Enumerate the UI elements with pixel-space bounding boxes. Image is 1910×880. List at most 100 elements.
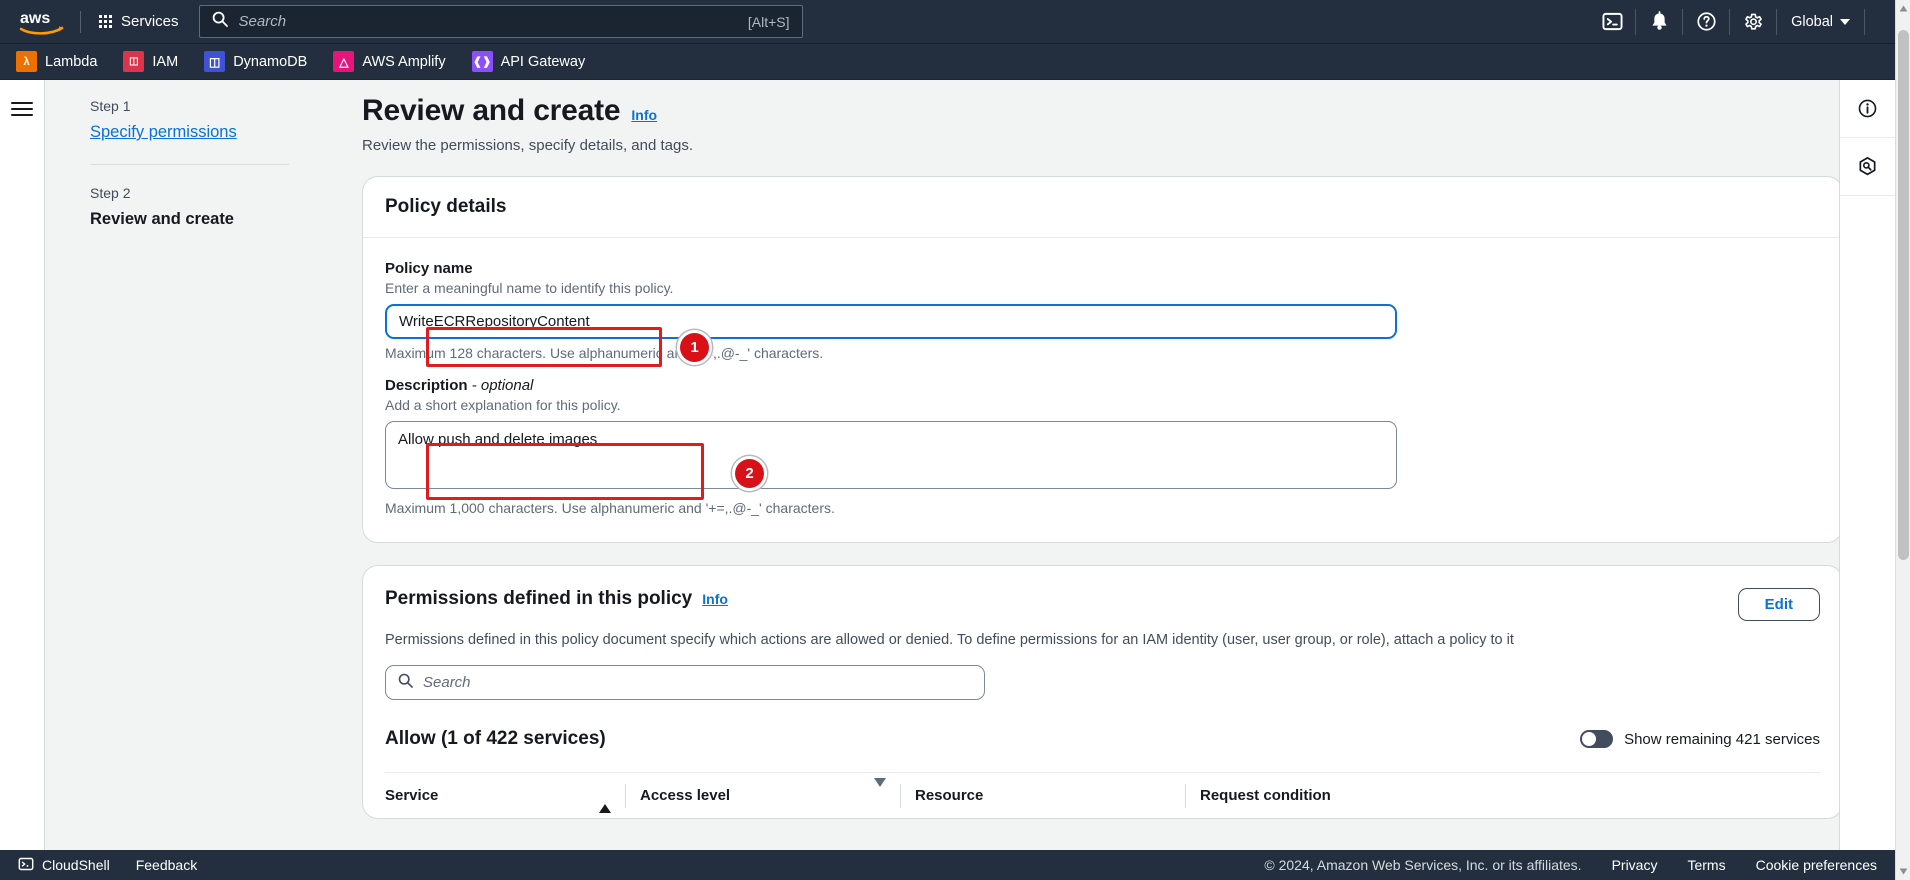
show-remaining-services-toggle[interactable]: Show remaining 421 services [1580, 730, 1820, 748]
permissions-search-box[interactable] [385, 665, 985, 700]
sidebar-toggle-column [0, 80, 45, 850]
permissions-table-header: Service Access level Resource Request co… [385, 772, 1820, 818]
permissions-card: Permissions defined in this policy Info … [362, 565, 1843, 819]
toggle-switch[interactable] [1580, 730, 1614, 748]
column-label: Resource [915, 787, 984, 804]
scrollbar-thumb[interactable] [1898, 30, 1909, 560]
right-side-panel [1839, 80, 1895, 850]
footer-right-group: © 2024, Amazon Web Services, Inc. or its… [1264, 857, 1877, 873]
lambda-service-icon: λ [16, 51, 37, 72]
cloudshell-icon [18, 856, 34, 875]
aws-logo-icon[interactable]: aws [16, 6, 68, 38]
page-header: Review and create Info [362, 94, 1843, 128]
policy-details-card: Policy details Policy name Enter a meani… [362, 176, 1843, 543]
step-1-number: Step 1 [90, 98, 131, 114]
security-hexagon-icon[interactable] [1840, 138, 1895, 196]
search-shortcut-hint: [Alt+S] [747, 13, 790, 30]
chevron-down-icon [1840, 18, 1850, 25]
permissions-title-row: Permissions defined in this policy Info [385, 588, 728, 610]
favorite-aws-amplify[interactable]: △ AWS Amplify [333, 51, 446, 72]
region-label: Global [1791, 13, 1833, 30]
favorite-label: DynamoDB [233, 53, 308, 70]
footer-cookie-preferences-link[interactable]: Cookie preferences [1756, 857, 1877, 873]
favorite-label: Lambda [45, 53, 98, 70]
permissions-title: Permissions defined in this policy [385, 588, 693, 609]
aws-console-page: aws Services [Alt+S] [0, 0, 1910, 880]
footer-left-group: CloudShell Feedback [18, 856, 197, 875]
description-optional-text: - optional [471, 377, 534, 394]
region-selector-button[interactable]: Global [1777, 0, 1864, 44]
search-icon [212, 11, 228, 32]
favorite-label: API Gateway [500, 53, 586, 70]
policy-description-description: Add a short explanation for this policy. [385, 397, 621, 413]
allow-heading: Allow (1 of 422 services) [385, 728, 606, 749]
permissions-search-input[interactable] [423, 674, 972, 691]
page-info-link[interactable]: Info [631, 107, 657, 123]
permissions-description: Permissions defined in this policy docum… [385, 632, 1514, 648]
footer-cloudshell-button[interactable]: CloudShell [18, 856, 110, 875]
permissions-card-body: Permissions defined in this policy Info … [363, 566, 1842, 818]
favorite-api-gateway[interactable]: ❰❱ API Gateway [471, 51, 586, 72]
permissions-info-link[interactable]: Info [702, 591, 728, 607]
column-header-service[interactable]: Service [385, 784, 625, 813]
sort-descending-icon[interactable] [874, 778, 900, 804]
amplify-service-icon: △ [333, 51, 355, 72]
allow-section-row: Allow (1 of 422 services) Show remaining… [385, 728, 1820, 750]
top-navigation-bar: aws Services [Alt+S] [0, 0, 1895, 44]
favorite-lambda[interactable]: λ Lambda [16, 51, 97, 72]
page-subtitle: Review the permissions, specify details,… [362, 137, 693, 154]
policy-description-textarea[interactable] [385, 421, 1397, 489]
footer-privacy-link[interactable]: Privacy [1612, 857, 1658, 873]
policy-name-hint: Maximum 128 characters. Use alphanumeric… [385, 345, 824, 361]
nav-divider [80, 10, 81, 33]
iam-service-icon: ◫ [123, 51, 145, 72]
policy-name-label: Policy name [385, 260, 473, 277]
step-2-number: Step 2 [90, 185, 131, 201]
footer-terms-link[interactable]: Terms [1687, 857, 1725, 873]
scroll-down-arrow-icon[interactable] [1896, 863, 1910, 880]
edit-permissions-button[interactable]: Edit [1737, 588, 1820, 621]
permissions-header: Permissions defined in this policy Info … [385, 588, 1820, 621]
footer-feedback-link[interactable]: Feedback [136, 857, 197, 873]
sort-ascending-icon[interactable] [599, 787, 625, 813]
settings-gear-icon[interactable] [1730, 0, 1776, 44]
column-label: Service [385, 787, 439, 804]
favorite-label: IAM [152, 53, 179, 70]
services-menu-button[interactable]: Services [93, 9, 185, 34]
notifications-bell-icon[interactable] [1636, 0, 1682, 44]
global-search-box[interactable]: [Alt+S] [198, 5, 803, 38]
toggle-knob [1582, 732, 1597, 746]
grid-menu-icon [99, 15, 112, 28]
services-label: Services [121, 13, 179, 30]
column-header-resource[interactable]: Resource [900, 783, 1185, 808]
column-header-access-level[interactable]: Access level [625, 778, 900, 808]
cloudshell-label: CloudShell [42, 857, 110, 873]
hamburger-menu-icon[interactable] [11, 98, 33, 850]
toggle-label: Show remaining 421 services [1624, 730, 1820, 748]
dynamodb-service-icon: ◫ [204, 51, 226, 72]
policy-description-label: Description - optional [385, 377, 1820, 394]
column-header-request-condition[interactable]: Request condition [1185, 783, 1485, 808]
wizard-step-specify-permissions[interactable]: Specify permissions [90, 123, 237, 142]
wizard-step-divider [90, 164, 289, 165]
help-question-icon[interactable] [1683, 0, 1729, 44]
cloudshell-icon[interactable] [1589, 0, 1635, 44]
annotation-badge-1: 1 [680, 333, 709, 362]
policy-name-input[interactable] [385, 304, 1397, 339]
wizard-steps: Step 1 Specify permissions Step 2 Review… [45, 80, 317, 850]
nav-right-group: Global [1589, 0, 1895, 44]
info-circle-icon[interactable] [1840, 80, 1895, 138]
global-search-input[interactable] [238, 13, 740, 30]
footer-copyright: © 2024, Amazon Web Services, Inc. or its… [1264, 857, 1582, 873]
favorite-iam[interactable]: ◫ IAM [123, 51, 178, 72]
search-icon [398, 673, 413, 693]
favorite-dynamodb[interactable]: ◫ DynamoDB [204, 51, 307, 72]
scroll-up-arrow-icon[interactable] [1896, 0, 1910, 17]
footer-bar: CloudShell Feedback © 2024, Amazon Web S… [0, 850, 1895, 880]
page-body: Step 1 Specify permissions Step 2 Review… [0, 80, 1895, 850]
vertical-scrollbar[interactable] [1895, 0, 1910, 880]
page-title: Review and create [362, 94, 621, 127]
favorite-label: AWS Amplify [362, 53, 446, 70]
column-label: Access level [640, 787, 731, 804]
svg-text:aws: aws [20, 10, 50, 27]
